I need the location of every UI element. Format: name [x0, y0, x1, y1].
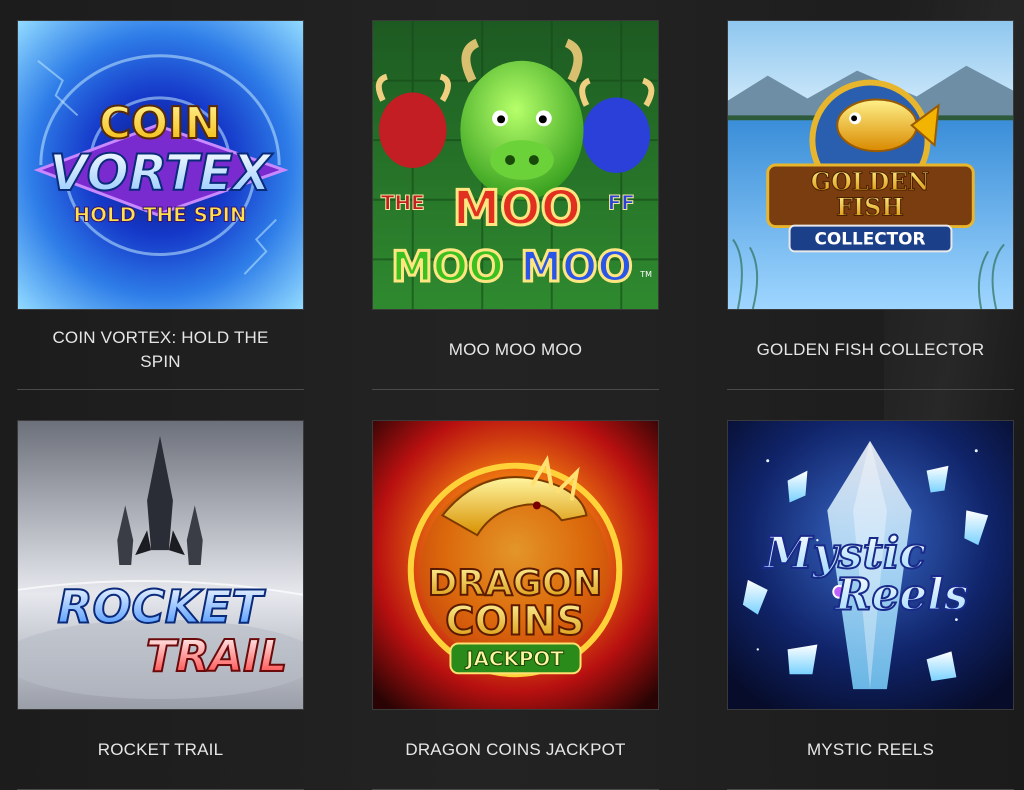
art-title-line2: TRAIL	[146, 631, 287, 682]
game-grid: COIN VORTEX HOLD THE SPIN COIN VORTEX: H…	[17, 20, 1014, 790]
coin-vortex-art: COIN VORTEX HOLD THE SPIN	[18, 21, 303, 309]
art-title-line1: ROCKET	[57, 581, 266, 634]
divider	[17, 389, 304, 390]
art-title-line3: COLLECTOR	[815, 228, 926, 248]
art-title-line3: JACKPOT	[464, 647, 564, 670]
art-title-line2: VORTEX	[49, 144, 274, 202]
art-left-word: THE	[381, 192, 425, 215]
art-right-word: FF	[608, 192, 635, 215]
art-title-line1: MOO	[453, 182, 581, 237]
art-title-line2: COINS	[445, 599, 585, 645]
game-thumbnail-rocket-trail[interactable]: ROCKET TRAIL	[17, 420, 304, 710]
game-thumbnail-dragon-coins-jackpot[interactable]: DRAGON COINS JACKPOT	[372, 420, 659, 710]
game-title[interactable]: DRAGON COINS JACKPOT	[372, 710, 659, 789]
trademark-mark: TM	[639, 270, 652, 279]
game-card-golden-fish-collector[interactable]: GOLDEN FISH COLLECTOR GOLDEN FISH COLLEC…	[727, 20, 1014, 390]
game-title[interactable]: GOLDEN FISH COLLECTOR	[727, 310, 1014, 389]
divider	[372, 389, 659, 390]
art-title-line2: MOO	[391, 242, 503, 291]
game-title[interactable]: MOO MOO MOO	[372, 310, 659, 389]
golden-fish-collector-art: GOLDEN FISH COLLECTOR	[728, 21, 1013, 309]
game-title[interactable]: ROCKET TRAIL	[17, 710, 304, 789]
art-title-line3: MOO	[520, 242, 632, 291]
mystic-reels-art: Mystic Reels	[728, 421, 1013, 709]
dragon-coins-jackpot-art: DRAGON COINS JACKPOT	[373, 421, 658, 709]
art-title-line3: HOLD THE SPIN	[73, 204, 246, 227]
art-title-line2: FISH	[836, 194, 904, 222]
art-title-line1: GOLDEN	[811, 168, 929, 196]
game-thumbnail-moo-moo-moo[interactable]: THE FF MOO MOO MOO TM	[372, 20, 659, 310]
game-card-moo-moo-moo[interactable]: THE FF MOO MOO MOO TM MOO MOO MOO	[372, 20, 659, 390]
game-card-dragon-coins-jackpot[interactable]: DRAGON COINS JACKPOT DRAGON COINS JACKPO…	[372, 420, 659, 790]
moo-moo-moo-art: THE FF MOO MOO MOO TM	[373, 21, 658, 309]
divider	[727, 389, 1014, 390]
game-card-rocket-trail[interactable]: ROCKET TRAIL ROCKET TRAIL	[17, 420, 304, 790]
rocket-trail-art: ROCKET TRAIL	[18, 421, 303, 709]
game-title[interactable]: MYSTIC REELS	[727, 710, 1014, 789]
game-card-coin-vortex[interactable]: COIN VORTEX HOLD THE SPIN COIN VORTEX: H…	[17, 20, 304, 390]
game-title[interactable]: COIN VORTEX: HOLD THE SPIN	[17, 310, 304, 389]
art-title-line2: Reels	[833, 570, 968, 621]
game-card-mystic-reels[interactable]: Mystic Reels MYSTIC REELS	[727, 420, 1014, 790]
game-thumbnail-golden-fish-collector[interactable]: GOLDEN FISH COLLECTOR	[727, 20, 1014, 310]
game-thumbnail-coin-vortex[interactable]: COIN VORTEX HOLD THE SPIN	[17, 20, 304, 310]
art-title-line1: COIN	[99, 98, 221, 149]
game-thumbnail-mystic-reels[interactable]: Mystic Reels	[727, 420, 1014, 710]
